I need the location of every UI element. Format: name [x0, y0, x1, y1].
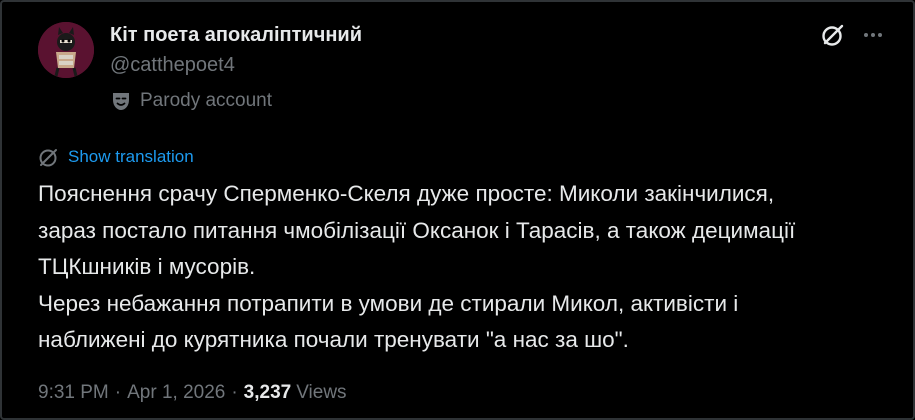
tweet-text-line: ТЦКшників і мусорів. — [38, 254, 256, 279]
globe-icon — [39, 149, 57, 167]
tweet-meta: 9:31 PM · Apr 1, 2026 · 3,237 Views — [38, 382, 347, 404]
tweet-date-link[interactable]: Apr 1, 2026 — [127, 382, 225, 404]
tweet-text-line: наближені до курятника почали тренувати … — [38, 327, 629, 352]
more-options-button[interactable] — [858, 20, 888, 50]
meta-separator: · — [231, 382, 238, 403]
theater-mask-icon — [110, 90, 132, 112]
tweet-card: Кіт поета апокаліптичний @catthepoet4 Pa… — [0, 0, 915, 420]
views-count: 3,237 — [243, 382, 292, 403]
tweet-text: Пояснення срачу Сперменко-Скеля дуже про… — [38, 176, 908, 359]
tweet-text-line: Через небажання потрапити в умови де сти… — [38, 290, 739, 316]
author-handle[interactable]: @catthepoet4 — [110, 54, 235, 77]
avatar-image — [38, 22, 94, 78]
tweet-time-link[interactable]: 9:31 PM — [38, 382, 109, 404]
parody-account-label: Parody account — [140, 90, 273, 111]
show-translation-label[interactable]: Show translation — [68, 147, 194, 167]
grok-button[interactable] — [818, 20, 848, 50]
avatar[interactable] — [38, 22, 94, 78]
tweet-text-line: Пояснення срачу Сперменко-Скеля дуже про… — [38, 181, 775, 206]
grok-icon — [822, 24, 844, 46]
views-label: Views — [296, 382, 347, 403]
meta-separator: · — [114, 382, 122, 403]
show-translation-link[interactable]: Show translation — [38, 146, 194, 168]
parody-account-badge: Parody account — [110, 88, 272, 114]
tweet-text-line: зараз постало питання чмобілізації Оксан… — [38, 217, 796, 243]
author-display-name[interactable]: Кіт поета апокаліптичний — [110, 24, 362, 47]
more-icon — [864, 33, 882, 37]
